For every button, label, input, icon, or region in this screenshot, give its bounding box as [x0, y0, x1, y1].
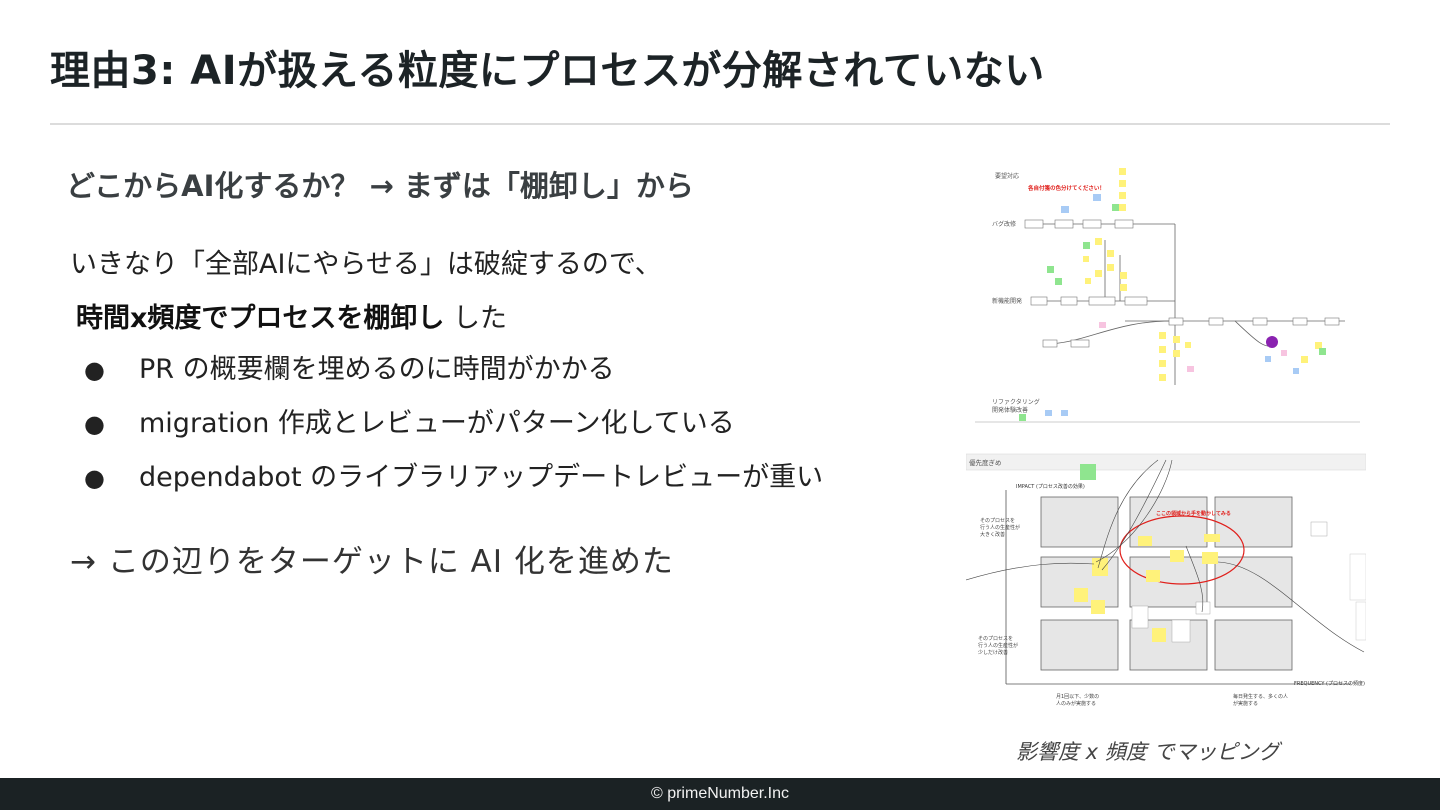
- matrix-note: そのプロセスを: [980, 517, 1015, 524]
- matrix-note: 行う人の生産性が: [980, 524, 1020, 531]
- slide-title: 理由3: AIが扱える粒度にプロセスが分解されていない: [50, 48, 1045, 94]
- intro-text: いきなり「全部AIにやらせる」は破綻するので、: [70, 249, 662, 280]
- matrix-note: 大きく改善: [980, 531, 1005, 538]
- row-label: 開発体験改善: [992, 406, 1028, 414]
- row-label: リファクタリング: [992, 398, 1040, 406]
- process-inventory-board: 要望対応 バグ改修 新機能開発 リファクタリング 開発体験改善 各自付箋の色分け…: [975, 168, 1360, 423]
- impact-frequency-matrix: 優先度ぎめ IMPACT (プロセス改善の効果) FREQUENCY (プロセス…: [966, 453, 1366, 707]
- bullet-icon: ●: [84, 464, 105, 492]
- matrix-note: が実施する: [1233, 700, 1258, 707]
- bullet-text: migration 作成とレビューがパターン化している: [139, 408, 735, 439]
- row-label: バグ改修: [992, 220, 1016, 228]
- copyright-text: © primeNumber.Inc: [650, 785, 790, 802]
- bullet-icon: ●: [84, 410, 105, 438]
- figure-caption: 影響度 x 頻度 でマッピング: [1016, 740, 1280, 764]
- matrix-note: 少しだけ改善: [978, 649, 1008, 656]
- matrix-note: 毎日発生する、多くの人: [1233, 693, 1288, 700]
- row-label: 新機能開発: [992, 297, 1022, 305]
- row-label: 要望対応: [995, 172, 1019, 180]
- conclusion-text: → この辺りをターゲットに AI 化を進めた: [70, 544, 674, 580]
- bullet-text: dependabot のライブラリアップデートレビューが重い: [139, 462, 824, 493]
- slide-subtitle: どこからAI化するか？ → まずは「棚卸し」から: [66, 169, 694, 203]
- bullet-text: PR の概要欄を埋めるのに時間がかかる: [139, 354, 615, 385]
- x-axis-label: FREQUENCY (プロセスの頻度): [1294, 680, 1365, 687]
- board-red-note: 各自付箋の色分けてください！: [1027, 184, 1105, 192]
- matrix-note: 月1回以下、少数の: [1056, 693, 1099, 700]
- avatar: [1266, 336, 1278, 348]
- title-divider: [50, 123, 1390, 125]
- matrix-header: 優先度ぎめ: [969, 458, 1002, 467]
- footer: © primeNumber.Inc: [0, 778, 1440, 810]
- bullet-icon: ●: [84, 356, 105, 384]
- matrix-note: 行う人の生産性が: [978, 642, 1018, 649]
- y-axis-label: IMPACT (プロセス改善の効果): [1016, 483, 1085, 490]
- lead-bold-text: 時間x頻度でプロセスを棚卸し: [76, 303, 445, 334]
- matrix-note: そのプロセスを: [978, 635, 1013, 642]
- lead-line: 時間x頻度でプロセスを棚卸し した: [76, 296, 507, 335]
- matrix-note: 人のみが実施する: [1056, 700, 1096, 707]
- lead-rest-text: した: [444, 303, 508, 334]
